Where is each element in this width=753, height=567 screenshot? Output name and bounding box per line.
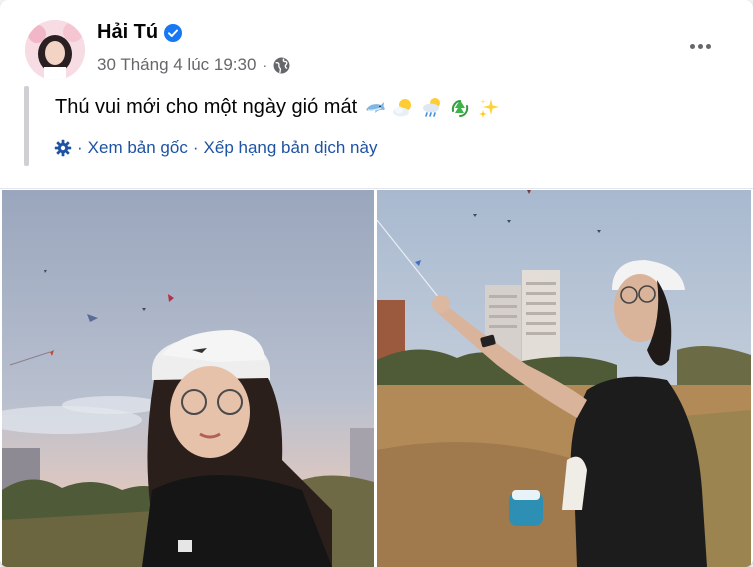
- post-card: Hải Tú 30 Tháng 4 lúc 19:30 · Thú vui mớ…: [0, 0, 753, 567]
- author-row: Hải Tú: [97, 21, 183, 44]
- sun-behind-rain-cloud-icon: [421, 97, 443, 119]
- author-name[interactable]: Hải Tú: [97, 21, 158, 44]
- photo-girl-with-cap[interactable]: [2, 190, 374, 567]
- translation-separator: ·: [77, 138, 83, 157]
- photo-image: [2, 190, 374, 567]
- post-text-content: Thú vui mới cho một ngày gió mát: [55, 96, 358, 118]
- avatar-image: [25, 20, 85, 80]
- more-options-button[interactable]: [680, 30, 720, 62]
- globe-icon[interactable]: [273, 57, 290, 74]
- sparkles-icon: [478, 97, 500, 119]
- quote-bar: [24, 86, 29, 166]
- recycle-icon: [449, 97, 471, 119]
- translation-separator: ·: [192, 138, 199, 157]
- photo-girl-flying-kite[interactable]: [377, 190, 751, 567]
- post-timestamp[interactable]: 30 Tháng 4 lúc 19:30: [97, 55, 256, 75]
- verified-badge-icon: [164, 23, 183, 42]
- dot-icon: [697, 43, 703, 49]
- dot-icon: [689, 43, 695, 49]
- divider: [0, 188, 753, 189]
- see-original-link[interactable]: Xem bản gốc: [88, 138, 188, 158]
- gear-icon: [54, 139, 72, 157]
- sun-behind-cloud-icon: [392, 97, 414, 119]
- meta-separator: ·: [262, 57, 268, 73]
- post-meta: 30 Tháng 4 lúc 19:30 ·: [97, 55, 290, 75]
- translation-row: · Xem bản gốc · Xếp hạng bản dịch này: [54, 138, 377, 158]
- post-text: Thú vui mới cho một ngày gió mát: [55, 96, 500, 119]
- photo-image: [377, 190, 751, 567]
- rate-translation-link[interactable]: Xếp hạng bản dịch này: [204, 138, 378, 158]
- dot-icon: [705, 43, 711, 49]
- dolphin-icon: [364, 97, 386, 119]
- author-avatar[interactable]: [25, 20, 85, 80]
